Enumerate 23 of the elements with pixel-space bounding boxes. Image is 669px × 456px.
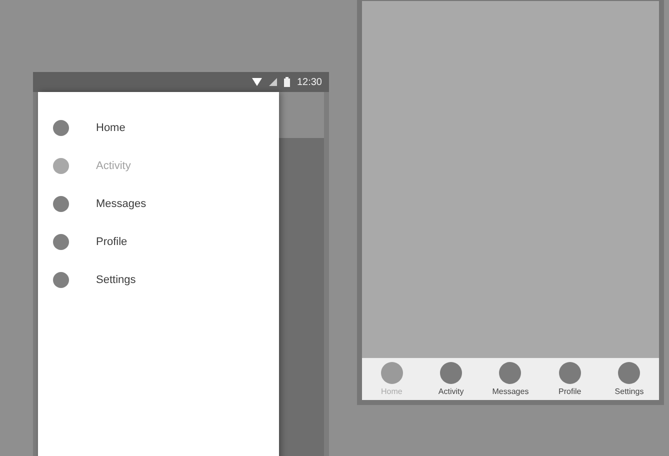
status-time: 12:30 [296,76,322,88]
circle-icon [380,362,403,384]
circle-icon [618,362,640,384]
drawer-item[interactable]: Profile [38,223,279,261]
tab[interactable]: Activity [423,362,480,396]
drawer-item[interactable]: Settings [38,261,279,299]
signal-icon [268,78,277,86]
circle-icon [53,120,69,136]
circle-icon [440,362,462,384]
tab[interactable]: Messages [482,362,538,396]
circle-icon [53,234,69,250]
circle-icon [53,272,69,288]
tab[interactable]: Settings [601,362,658,396]
app-bar [279,92,324,138]
drawer-item[interactable]: Home [38,109,279,147]
circle-icon [499,362,522,384]
circle-icon [53,158,69,174]
wifi-icon [252,78,262,86]
drawer-item[interactable]: Messages [38,185,279,223]
tab[interactable]: Profile [542,362,598,396]
battery-icon [284,77,290,87]
circle-icon [558,362,581,384]
circle-icon [53,196,69,212]
